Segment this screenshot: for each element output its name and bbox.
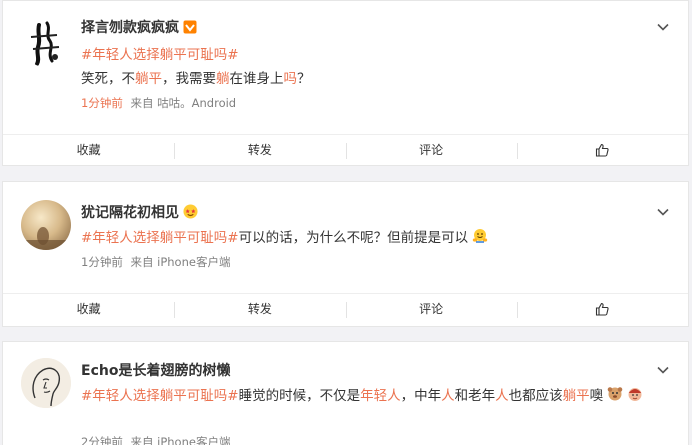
text-segment: 睡觉的时候，不仅是 [238, 388, 361, 404]
chevron-down-icon[interactable] [656, 19, 670, 33]
comment-button[interactable]: 评论 [345, 135, 517, 164]
username[interactable]: 择言刎款疯疯疯 [81, 17, 197, 38]
username[interactable]: 犹记隔花初相见 [81, 202, 198, 223]
topic-link[interactable]: #年轻人选择躺平可耻吗# [81, 388, 239, 404]
post-meta: 2分钟前 来自 iPhone客户端 [81, 434, 230, 445]
post-time[interactable]: 1分钟前 [81, 96, 123, 110]
comment-button[interactable]: 评论 [345, 294, 517, 323]
comment-label: 评论 [419, 143, 444, 157]
post-text: #年轻人选择躺平可耻吗# [81, 43, 239, 63]
cartoon-animal-emoji-icon [607, 386, 623, 406]
keyword-highlight: 人 [441, 388, 455, 404]
post-card: 犹记隔花初相见 #年轻人选择躺平可耻吗#可以的话，为什么不呢？但前提是可以 1分… [2, 181, 689, 327]
post-text: #年轻人选择躺平可耻吗#可以的话，为什么不呢？但前提是可以 [81, 226, 488, 248]
post-time[interactable]: 1分钟前 [81, 255, 123, 269]
sunset-avatar-image [21, 200, 71, 250]
post-meta: 1分钟前 来自 咕咕。Android [81, 95, 236, 111]
favorite-label: 收藏 [76, 302, 101, 316]
text-segment: 也都应该 [508, 388, 563, 404]
avatar[interactable] [21, 17, 71, 67]
username-text[interactable]: 犹记隔花初相见 [81, 205, 179, 221]
calligraphy-avatar-image [21, 17, 71, 67]
text-segment: 噢 [589, 388, 604, 404]
username[interactable]: Echo是长着翅膀的树懒 [81, 360, 230, 380]
action-bar: 收藏 转发 评论 [3, 134, 688, 164]
username-text[interactable]: Echo是长着翅膀的树懒 [81, 363, 230, 379]
thumbs-up-icon [596, 143, 609, 157]
text-segment: ？ [297, 71, 311, 87]
text-segment: 笑死，不 [81, 71, 135, 87]
text-segment: ，我需要 [162, 71, 216, 87]
post-card: 择言刎款疯疯疯 #年轻人选择躺平可耻吗# 笑死，不躺平，我需要躺在谁身上吗？ 1… [2, 0, 689, 166]
verified-badge-icon [183, 20, 197, 38]
line-art-face-avatar-image [21, 358, 71, 408]
like-button[interactable] [516, 294, 688, 323]
text-segment: 在谁身上 [229, 71, 284, 87]
keyword-highlight: 人 [495, 388, 509, 404]
favorite-label: 收藏 [76, 143, 101, 157]
chevron-down-icon[interactable] [656, 362, 670, 376]
keyword-highlight: 躺 [216, 71, 230, 87]
post-source: 来自 咕咕。Android [130, 96, 237, 110]
text-segment: 和老年 [454, 388, 496, 404]
favorite-button[interactable]: 收藏 [3, 135, 174, 164]
post-text: #年轻人选择躺平可耻吗#睡觉的时候，不仅是年轻人，中年人和老年人也都应该躺平噢 [81, 384, 643, 406]
keyword-highlight: 躺平 [562, 388, 590, 404]
avatar[interactable] [21, 358, 71, 408]
post-source: 来自 iPhone客户端 [130, 435, 231, 445]
keyword-highlight: 躺平 [135, 71, 162, 87]
action-bar: 收藏 转发 评论 [3, 293, 688, 323]
thumbs-up-icon [596, 302, 609, 316]
like-button[interactable] [516, 135, 688, 164]
post-source: 来自 iPhone客户端 [130, 255, 231, 269]
keyword-highlight: 年轻人 [360, 388, 401, 404]
hugging-face-emoji-icon [472, 228, 488, 248]
repost-label: 转发 [247, 143, 272, 157]
post-meta: 1分钟前 来自 iPhone客户端 [81, 254, 230, 270]
comment-label: 评论 [419, 302, 444, 316]
repost-label: 转发 [247, 302, 272, 316]
post-time[interactable]: 2分钟前 [81, 435, 123, 445]
keyword-highlight: 吗 [283, 71, 298, 87]
star-eyes-emoji-icon [183, 204, 198, 223]
post-card: Echo是长着翅膀的树懒 #年轻人选择躺平可耻吗#睡觉的时候，不仅是年轻人，中年… [2, 341, 689, 445]
avatar[interactable] [21, 200, 71, 250]
post-text-line: 笑死，不躺平，我需要躺在谁身上吗？ [81, 67, 311, 87]
chevron-down-icon[interactable] [656, 204, 670, 218]
repost-button[interactable]: 转发 [174, 135, 345, 164]
topic-link[interactable]: #年轻人选择躺平可耻吗# [81, 47, 239, 63]
favorite-button[interactable]: 收藏 [3, 294, 174, 323]
text-segment: 可以的话，为什么不呢？但前提是可以 [238, 230, 469, 246]
topic-link[interactable]: #年轻人选择躺平可耻吗# [81, 230, 239, 246]
text-segment: ，中年 [400, 388, 442, 404]
username-text[interactable]: 择言刎款疯疯疯 [81, 20, 179, 36]
cartoon-face-emoji-icon [627, 386, 643, 406]
repost-button[interactable]: 转发 [174, 294, 345, 323]
